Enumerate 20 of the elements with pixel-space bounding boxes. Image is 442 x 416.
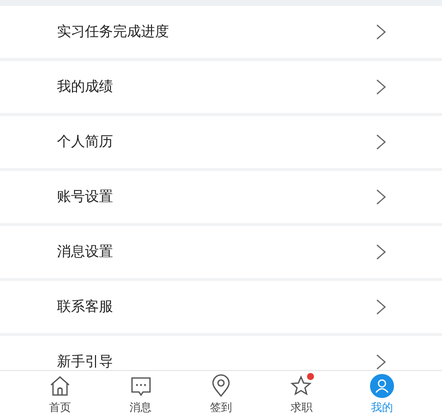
menu-item[interactable]: 新手引导 (0, 336, 442, 370)
tab[interactable]: 首页 (30, 371, 90, 416)
chevron-right-icon (376, 189, 386, 205)
tab[interactable]: 求职 (271, 371, 332, 416)
profile-icon (370, 374, 394, 398)
chevron-right-icon (376, 24, 386, 40)
menu-item[interactable]: 账号设置 (0, 171, 442, 226)
chevron-right-icon (376, 134, 386, 150)
chevron-right-icon (376, 354, 386, 370)
chevron-right-icon (376, 79, 386, 95)
menu-item[interactable]: 消息设置 (0, 226, 442, 281)
tab[interactable]: 消息 (110, 371, 171, 416)
tab[interactable]: 签到 (190, 371, 251, 416)
chevron-right-icon (376, 244, 386, 260)
menu-item[interactable]: 实习任务完成进度 (0, 6, 442, 61)
menu-item[interactable]: 我的成绩 (0, 61, 442, 116)
menu-item[interactable]: 个人简历 (0, 116, 442, 171)
menu-item[interactable]: 联系客服 (0, 281, 442, 336)
chevron-right-icon (376, 299, 386, 315)
star-icon (289, 374, 314, 398)
